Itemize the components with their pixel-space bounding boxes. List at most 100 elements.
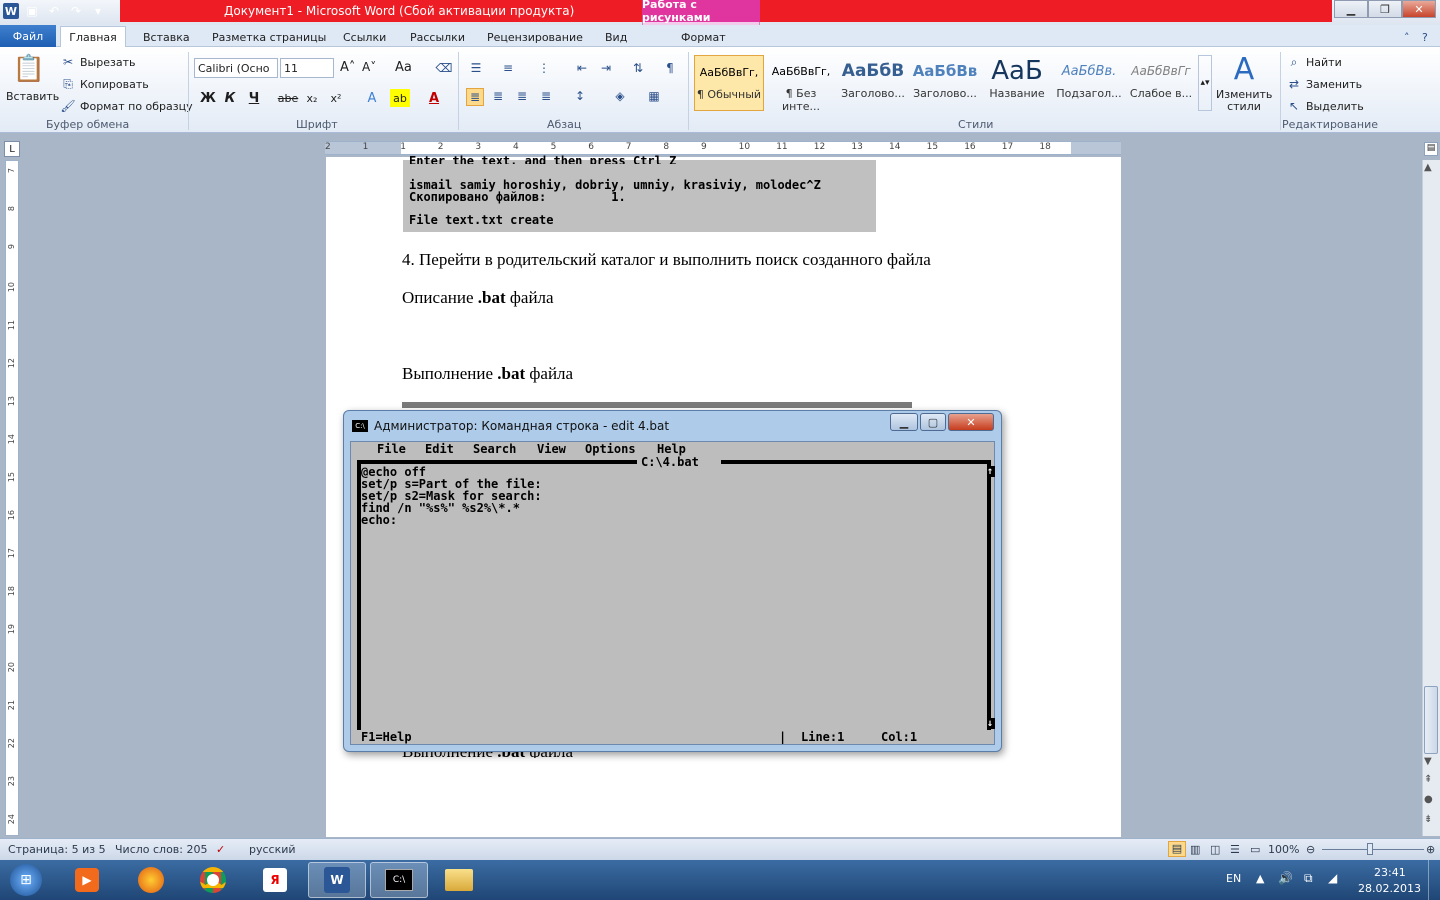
- menu-help[interactable]: Help: [657, 442, 686, 456]
- copy-button[interactable]: ⎘ Копировать: [60, 76, 149, 92]
- maximize-button[interactable]: ❐: [1368, 0, 1402, 18]
- taskbar-media-player[interactable]: ▶: [58, 862, 116, 898]
- tab-page-layout[interactable]: Разметка страницы: [212, 27, 326, 47]
- menu-file[interactable]: File: [377, 442, 406, 456]
- menu-search[interactable]: Search: [473, 442, 516, 456]
- language[interactable]: русский: [249, 843, 296, 856]
- print-layout-icon[interactable]: ▤: [1168, 841, 1186, 857]
- zoom-slider-track[interactable]: [1322, 849, 1424, 850]
- save-icon[interactable]: ▣: [23, 2, 41, 20]
- taskbar-firefox[interactable]: [122, 862, 180, 898]
- highlight-icon[interactable]: ab: [390, 89, 410, 107]
- redo-icon[interactable]: ↷: [67, 2, 85, 20]
- taskbar-explorer[interactable]: [430, 862, 488, 898]
- tab-format[interactable]: Формат: [681, 27, 726, 47]
- tab-insert[interactable]: Вставка: [143, 27, 190, 47]
- paste-icon[interactable]: 📋: [12, 52, 46, 86]
- justify-icon[interactable]: ≣: [538, 88, 554, 104]
- taskbar-cmd[interactable]: C:\: [370, 862, 428, 898]
- ruler-toggle-icon[interactable]: ▤: [1424, 142, 1438, 156]
- select-button[interactable]: ↖ Выделить: [1286, 98, 1364, 114]
- find-button[interactable]: ⌕ Найти: [1286, 54, 1342, 70]
- input-language[interactable]: EN: [1226, 872, 1241, 885]
- clock-date[interactable]: 28.02.2013: [1358, 882, 1421, 895]
- tab-home[interactable]: Главная: [60, 26, 126, 48]
- show-marks-icon[interactable]: ¶: [662, 60, 678, 76]
- volume-icon[interactable]: 🔊: [1278, 871, 1293, 885]
- decrease-indent-icon[interactable]: ⇤: [574, 60, 590, 76]
- paste-button[interactable]: Вставить: [6, 90, 59, 103]
- next-page-icon[interactable]: ⇟: [1424, 814, 1432, 825]
- sort-icon[interactable]: ⇅: [630, 60, 646, 76]
- style-no-spacing[interactable]: АаБбВвГг, ¶ Без инте...: [766, 55, 836, 114]
- font-size-select[interactable]: 11: [280, 58, 334, 78]
- superscript-button[interactable]: x²: [326, 89, 346, 107]
- show-desktop-button[interactable]: [1428, 860, 1440, 900]
- browse-object-icon[interactable]: ●: [1424, 794, 1433, 805]
- strikethrough-button[interactable]: abe: [278, 89, 299, 107]
- font-name-select[interactable]: Calibri (Осно: [194, 58, 278, 78]
- page-indicator[interactable]: Страница: 5 из 5: [8, 843, 106, 856]
- scroll-down-icon[interactable]: ▼: [1424, 756, 1432, 767]
- zoom-in-icon[interactable]: ⊕: [1426, 843, 1435, 856]
- cmd-minimize-button[interactable]: ▁: [890, 413, 918, 431]
- tab-file[interactable]: Файл: [0, 25, 56, 47]
- change-styles-icon[interactable]: A: [1224, 52, 1264, 88]
- command-prompt-window[interactable]: C:\ Администратор: Командная строка - ed…: [343, 410, 1002, 752]
- style-normal[interactable]: АаБбВвГг, ¶ Обычный: [694, 55, 764, 111]
- bold-button[interactable]: Ж: [198, 89, 218, 107]
- scroll-down-arrow[interactable]: ↓: [987, 718, 995, 729]
- cut-button[interactable]: ✂ Вырезать: [60, 54, 136, 70]
- multilevel-list-icon[interactable]: ⋮: [536, 60, 552, 76]
- increase-indent-icon[interactable]: ⇥: [598, 60, 614, 76]
- tab-selector[interactable]: L: [4, 141, 20, 157]
- embedded-console-screenshot[interactable]: Enter the text, and then press Ctrl Z is…: [403, 154, 876, 232]
- style-heading2[interactable]: АаБбВв Заголово...: [910, 55, 980, 111]
- zoom-slider-thumb[interactable]: [1367, 843, 1373, 855]
- menu-options[interactable]: Options: [585, 442, 636, 456]
- font-color-icon[interactable]: A: [424, 89, 444, 107]
- help-icon[interactable]: ?: [1422, 27, 1428, 47]
- taskbar-word[interactable]: W: [308, 862, 366, 898]
- zoom-out-icon[interactable]: ⊖: [1306, 843, 1315, 856]
- clear-format-icon[interactable]: ⌫: [436, 60, 453, 76]
- start-button[interactable]: ⊞: [2, 862, 50, 898]
- text-effects-icon[interactable]: A: [362, 89, 382, 107]
- cmd-maximize-button[interactable]: ▢: [920, 413, 946, 431]
- taskbar-chrome[interactable]: [184, 862, 242, 898]
- tab-view[interactable]: Вид: [605, 27, 627, 47]
- numbering-icon[interactable]: ≡: [500, 60, 516, 76]
- reading-layout-icon[interactable]: ▥: [1190, 843, 1200, 856]
- outline-icon[interactable]: ☰: [1230, 843, 1240, 856]
- zoom-level[interactable]: 100%: [1268, 843, 1299, 856]
- close-button[interactable]: ✕: [1402, 0, 1436, 18]
- underline-button[interactable]: Ч: [244, 89, 264, 107]
- word-count[interactable]: Число слов: 205: [115, 843, 208, 856]
- tab-review[interactable]: Рецензирование: [487, 27, 583, 47]
- proofing-icon[interactable]: ✓: [216, 843, 225, 856]
- borders-icon[interactable]: ▦: [646, 88, 662, 104]
- shrink-font-button[interactable]: A˅: [362, 60, 376, 74]
- tab-mailings[interactable]: Рассылки: [410, 27, 465, 47]
- styles-scroll[interactable]: ▴▾: [1198, 55, 1212, 111]
- edit-text-area[interactable]: @echo off set/p s=Part of the file: set/…: [361, 466, 542, 526]
- subscript-button[interactable]: x₂: [302, 89, 322, 107]
- line-spacing-icon[interactable]: ↕: [572, 88, 588, 104]
- scrollbar-thumb[interactable]: [1424, 686, 1438, 754]
- bullets-icon[interactable]: ☰: [468, 60, 484, 76]
- undo-icon[interactable]: ↶: [45, 2, 63, 20]
- align-center-icon[interactable]: ≣: [490, 88, 506, 104]
- word-icon[interactable]: W: [3, 3, 19, 19]
- minimize-button[interactable]: ▁: [1334, 0, 1368, 18]
- style-heading1[interactable]: АаБбВ Заголово...: [838, 55, 908, 111]
- shading-icon[interactable]: ◈: [612, 88, 628, 104]
- display-icon[interactable]: ⧉: [1304, 871, 1313, 886]
- replace-button[interactable]: ⇄ Заменить: [1286, 76, 1362, 92]
- edit-program[interactable]: File Edit Search View Options Help C:\4.…: [350, 441, 995, 745]
- tab-references[interactable]: Ссылки: [343, 27, 386, 47]
- draft-icon[interactable]: ▭: [1250, 843, 1260, 856]
- scroll-up-arrow[interactable]: ↑: [987, 466, 995, 477]
- clock-time[interactable]: 23:41: [1374, 866, 1406, 879]
- italic-button[interactable]: К: [220, 89, 240, 107]
- web-layout-icon[interactable]: ◫: [1210, 843, 1220, 856]
